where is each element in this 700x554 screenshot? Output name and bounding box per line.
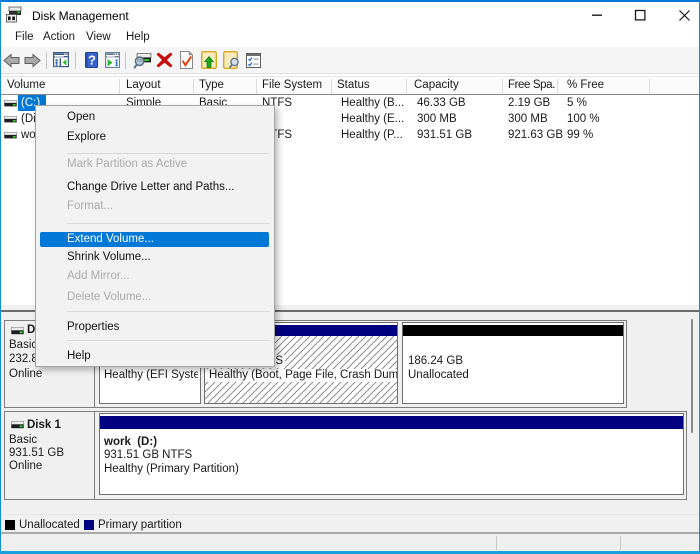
svg-text:?: ?: [88, 53, 96, 68]
